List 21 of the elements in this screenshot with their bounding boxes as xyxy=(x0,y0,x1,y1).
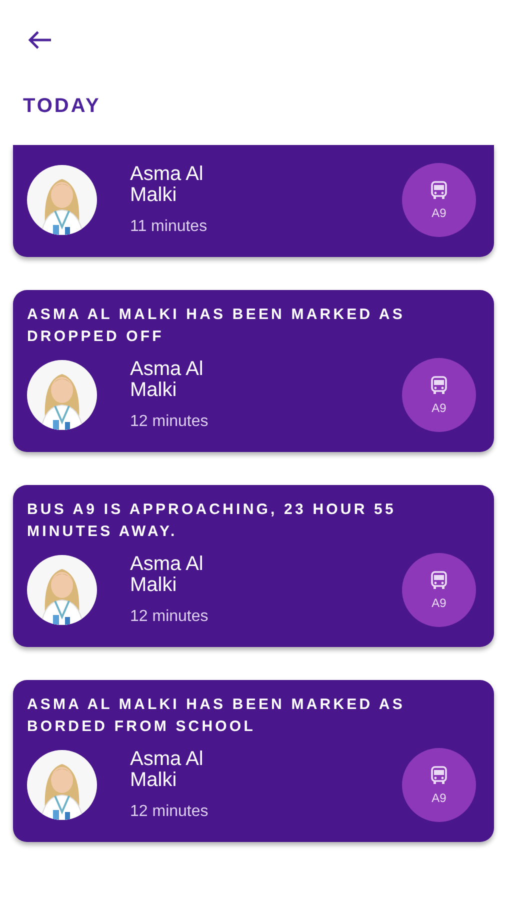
time-ago: 11 minutes xyxy=(130,218,208,236)
notification-title: BUS A9 IS APPROACHING, 23 HOUR 55 MINUTES AWAY. xyxy=(27,500,397,542)
bus-number: A9 xyxy=(432,596,446,610)
section-title: TODAY xyxy=(23,95,102,118)
student-name: Asma Al Malki xyxy=(130,749,204,791)
notification-title: ASMA AL MALKI HAS BEEN MARKED AS DROPPED OFF xyxy=(27,305,406,347)
back-arrow-icon xyxy=(27,29,53,51)
time-ago: 12 minutes xyxy=(130,608,210,626)
student-name: Asma Al Malki xyxy=(130,164,204,206)
bus-number: A9 xyxy=(432,790,446,804)
bus-icon xyxy=(430,570,448,590)
student-name: Asma Al Malki xyxy=(130,554,204,596)
bus-icon xyxy=(430,180,448,200)
student-name: Asma Al Malki xyxy=(130,359,204,401)
time-ago: 12 minutes xyxy=(130,413,210,431)
notification-title: ASMA AL MALKI HAS BEEN MARKED AS BORDED FROM SCHOOL xyxy=(27,695,406,737)
time-ago: 12 minutes xyxy=(130,803,210,821)
bus-number: A9 xyxy=(432,206,446,220)
bus-number: A9 xyxy=(432,400,446,414)
bus-icon xyxy=(430,376,448,396)
bus-icon xyxy=(430,766,448,786)
